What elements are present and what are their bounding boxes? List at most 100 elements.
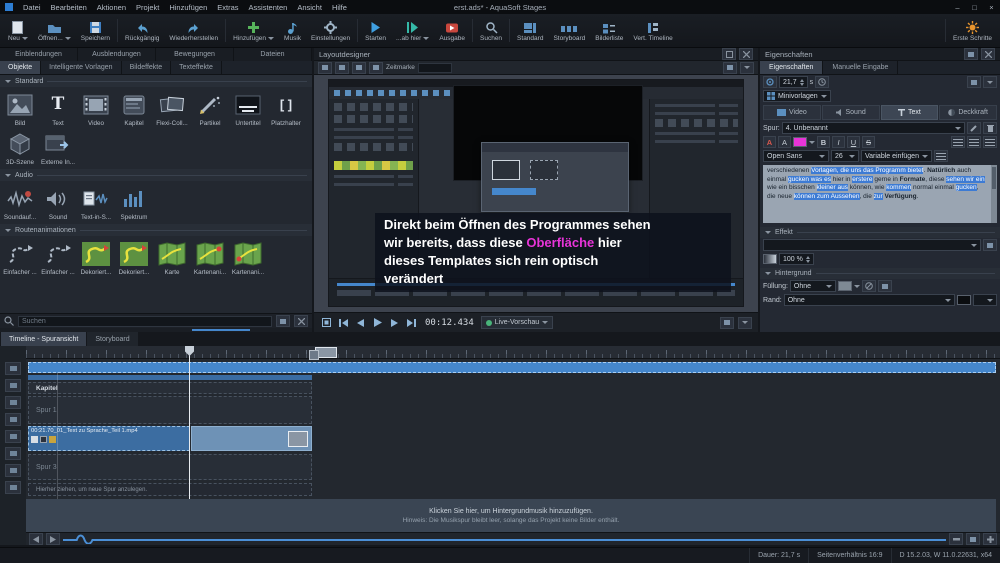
minivorlagen-button[interactable]: Minivorlagen (763, 90, 831, 102)
edit-pencil-icon[interactable] (967, 122, 981, 134)
opacity-field[interactable]: 100 % (779, 253, 814, 265)
opacity-gradient-swatch[interactable] (763, 254, 777, 264)
align-left-icon[interactable] (951, 136, 965, 148)
toolbar-ausgabe-button[interactable]: Ausgabe (434, 15, 470, 46)
toolbar-oeffnen-button[interactable]: Öffnen... (33, 15, 76, 46)
effekt-select[interactable] (763, 239, 981, 251)
video-clip-extension[interactable] (191, 426, 312, 451)
select-tool-icon[interactable] (5, 362, 21, 375)
sub-track-item[interactable] (28, 375, 312, 380)
lock-tool-icon[interactable] (5, 447, 21, 460)
zoom-slider-icon[interactable] (966, 533, 980, 545)
to-start-icon[interactable] (337, 316, 350, 329)
music-track[interactable]: Klicken Sie hier, um Hintergrundmusik hi… (26, 499, 996, 532)
object-spektrum[interactable]: Spektrum (115, 183, 153, 222)
align-right-icon[interactable] (983, 136, 997, 148)
minimize-button[interactable]: – (949, 0, 966, 14)
preview-mode-icon[interactable] (320, 316, 333, 329)
tab-sound[interactable]: Sound (822, 105, 880, 120)
timeline-ruler[interactable] (26, 346, 1000, 359)
rotate-icon[interactable] (369, 62, 383, 74)
tab-ausblendungen[interactable]: Ausblendungen (78, 48, 156, 61)
toolbar-speichern-button[interactable]: Speichern (76, 15, 115, 46)
section-hintergrund[interactable]: Hintergrund (760, 268, 1000, 279)
search-input[interactable] (18, 316, 272, 327)
object-einfacher-pfad-2[interactable]: Einfacher ... (39, 238, 77, 277)
target-icon[interactable] (763, 76, 777, 88)
snap-icon[interactable] (335, 62, 349, 74)
toolbar-hinzufuegen-button[interactable]: Hinzufügen (228, 15, 279, 46)
tab-bildeffekte[interactable]: Bildeffekte (122, 61, 172, 74)
object-kapitel[interactable]: Kapitel (115, 89, 153, 128)
object-kartenanimation-2[interactable]: Kartenani... (229, 238, 267, 277)
tab-deckkraft[interactable]: Deckkraft (939, 105, 997, 120)
tab-bewegungen[interactable]: Bewegungen (156, 48, 234, 61)
strikethrough-button[interactable]: S (862, 136, 875, 148)
editor-scrollbar[interactable] (991, 165, 997, 223)
close-panel-icon[interactable] (739, 48, 753, 60)
toolbar-standard-button[interactable]: Standard (512, 15, 548, 46)
object-bild[interactable]: Bild (1, 89, 39, 128)
menu-assistenten[interactable]: Assistenten (244, 3, 293, 12)
pin-icon[interactable] (964, 48, 978, 60)
toolbar-neu-button[interactable]: Neu (3, 15, 33, 46)
object-dekorierter-pfad-2[interactable]: Dekoriert... (115, 238, 153, 277)
maximize-button[interactable]: □ (966, 0, 983, 14)
zeitmarke-input[interactable] (418, 63, 452, 73)
tab-texteffekte[interactable]: Texteffekte (171, 61, 222, 74)
zoom-tool-icon[interactable] (5, 464, 21, 477)
duration-field[interactable]: 21,7 (779, 76, 808, 88)
object-flexi-collage[interactable]: Flexi-Coll... (153, 89, 191, 128)
cut-tool-icon[interactable] (5, 396, 21, 409)
new-track-dropzone[interactable]: Hierher ziehen, um neue Spur anzulegen. (28, 483, 312, 496)
object-platzhalter[interactable]: [ ]Platzhalter (267, 89, 305, 128)
font-size-select[interactable]: 26 (831, 150, 859, 162)
selected-background-item[interactable] (28, 362, 996, 373)
scroll-right-icon[interactable] (46, 533, 60, 545)
track-settings-icon[interactable] (5, 481, 21, 494)
text-color-swatch[interactable] (793, 137, 807, 147)
section-audio[interactable]: Audio (0, 169, 312, 181)
tab-dateien[interactable]: Dateien (234, 48, 312, 61)
object-karte[interactable]: Karte (153, 238, 191, 277)
toolbar-erste-schritte-button[interactable]: Erste Schritte (948, 15, 997, 46)
section-effekt[interactable]: Effekt (760, 227, 1000, 238)
no-fill-icon[interactable] (862, 280, 876, 292)
underline-button[interactable]: U (847, 136, 860, 148)
preview-canvas[interactable]: Direkt beim Öffnen des Programmes sehen … (314, 75, 758, 312)
scroll-left-icon[interactable] (29, 533, 43, 545)
menu-datei[interactable]: Datei (18, 3, 46, 12)
magnet-tool-icon[interactable] (5, 379, 21, 392)
play-preview-icon[interactable] (371, 316, 384, 329)
toolbar-rueckgaengig-button[interactable]: Rückgängig (120, 15, 164, 46)
options-icon[interactable] (740, 62, 754, 74)
font-background-button[interactable]: A (778, 136, 791, 148)
fill-options-icon[interactable] (878, 280, 892, 292)
object-partikel[interactable]: Partikel (191, 89, 229, 128)
toolbar-storyboard-button[interactable]: Storyboard (548, 15, 590, 46)
spur1-track[interactable]: Spur 1 (28, 396, 312, 424)
object-dekorierter-pfad-1[interactable]: Dekoriert... (77, 238, 115, 277)
tab-text[interactable]: Text (881, 105, 939, 120)
menu-aktionen[interactable]: Aktionen (92, 3, 131, 12)
camera-icon[interactable] (723, 62, 737, 74)
toolbar-einstellungen-button[interactable]: Einstellungen (306, 15, 355, 46)
mute-tool-icon[interactable] (5, 430, 21, 443)
object-untertitel[interactable]: Untertitel (229, 89, 267, 128)
step-back-icon[interactable] (354, 316, 367, 329)
tab-objekte[interactable]: Objekte (0, 61, 41, 74)
tab-eigenschaften[interactable]: Eigenschaften (760, 61, 823, 74)
font-family-select[interactable]: Open Sans (763, 150, 829, 162)
toolbar-starten-button[interactable]: Starten (360, 15, 391, 46)
toolbar-bilderliste-button[interactable]: Bilderliste (590, 15, 628, 46)
fill-color-swatch[interactable] (838, 281, 852, 291)
effekt-preview-icon[interactable] (983, 239, 997, 251)
menu-projekt[interactable]: Projekt (131, 3, 164, 12)
fullscreen-icon[interactable] (720, 317, 734, 329)
section-standard[interactable]: Standard (0, 75, 312, 87)
toolbar-musik-button[interactable]: Musik (279, 15, 306, 46)
italic-button[interactable]: I (832, 136, 845, 148)
zoom-out-icon[interactable] (949, 533, 963, 545)
spur-select[interactable]: 4. Unbenannt (782, 122, 965, 134)
tab-video[interactable]: Video (763, 105, 821, 120)
